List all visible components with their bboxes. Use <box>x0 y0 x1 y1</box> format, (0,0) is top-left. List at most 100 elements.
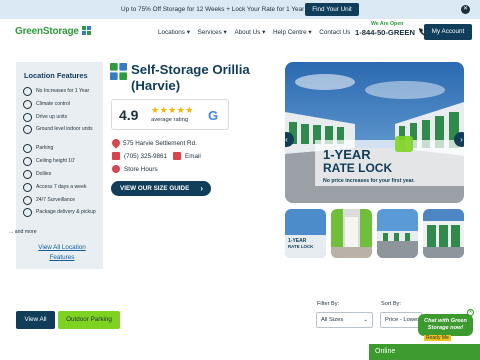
phone-icon <box>112 152 120 160</box>
location-features-panel: Location Features No Increases for 1 Yea… <box>16 62 103 269</box>
main-nav: Locations ▾ Services ▾ About Us ▾ Help C… <box>158 29 356 36</box>
sort-by-label: Sort By: <box>381 301 401 307</box>
no-increase-icon <box>23 87 32 96</box>
feature-item: Ceiling height 10' <box>23 157 75 166</box>
hero-scene: 1-YEAR RATE LOCK No price increases for … <box>285 62 464 203</box>
access-icon <box>23 183 32 192</box>
feature-item: 24/7 Surveillance <box>23 196 75 205</box>
carousel-next-icon[interactable]: › <box>454 132 464 147</box>
tab-outdoor-parking[interactable]: Outdoor Parking <box>58 311 120 329</box>
logo-text: GreenStorage <box>15 26 79 37</box>
thumbnail-units <box>423 209 464 258</box>
header-phone[interactable]: 1-844-50-GREEN <box>355 28 428 37</box>
gallery-thumbnail[interactable]: 1-YEAR RATE LOCK <box>285 209 326 258</box>
chat-online-bar[interactable]: Online <box>369 344 480 360</box>
feature-item: Ground level indoor units <box>23 125 99 134</box>
chat-invite-bubble[interactable]: Chat with Green Storage now! <box>418 314 473 336</box>
facility-phone[interactable]: (705) 325-9861 <box>112 152 167 160</box>
feature-label: Drive up units <box>36 114 68 121</box>
ground-level-icon <box>23 125 32 134</box>
hero-image: 1-YEAR RATE LOCK No price increases for … <box>285 62 464 203</box>
gallery-thumbnail[interactable] <box>377 209 418 258</box>
chat-close-icon[interactable]: ✕ <box>467 309 474 316</box>
promo-bar: Up to 75% Off Storage for 12 Weeks + Loc… <box>0 0 480 19</box>
hero-headline-2: RATE LOCK <box>323 161 392 175</box>
hero-headline-1: 1-YEAR <box>323 147 371 162</box>
gallery-thumbnail[interactable] <box>423 209 464 258</box>
feature-label: Parking <box>36 145 54 152</box>
nav-services[interactable]: Services ▾ <box>198 29 227 36</box>
my-account-button[interactable]: My Account <box>424 24 472 40</box>
rating-value: 4.9 <box>119 107 139 123</box>
hours-text: Store Hours <box>124 165 158 173</box>
filter-by-label: Filter By: <box>317 301 340 307</box>
sort-by-value: Price - Lowest <box>385 317 422 323</box>
tab-view-all[interactable]: View All <box>16 311 55 329</box>
view-all-features-link[interactable]: View All Location Features <box>32 243 92 263</box>
hero-subline: No price increases for your first year. <box>323 178 415 184</box>
feature-item: Drive up units <box>23 113 67 122</box>
size-guide-label: VIEW OUR SIZE GUIDE <box>120 185 190 192</box>
arrow-right-icon: › <box>200 184 203 193</box>
chevron-down-icon: ⌄ <box>363 317 368 323</box>
nav-about-us[interactable]: About Us ▾ <box>234 29 265 36</box>
thumbnail-rate-lock: 1-YEAR RATE LOCK <box>285 209 326 258</box>
parking-icon <box>23 144 32 153</box>
drive-up-icon <box>23 113 32 122</box>
logo[interactable]: GreenStorage <box>15 26 92 37</box>
feature-label: Ground level indoor units <box>36 126 93 133</box>
nav-contact-us[interactable]: Contact Us <box>319 29 350 36</box>
feature-label: Access 7 days a week <box>36 184 87 191</box>
address-text: 575 Harvie Settlement Rd. <box>123 139 197 147</box>
rating-label: average rating <box>151 117 189 123</box>
logo-mark-icon <box>82 26 92 35</box>
feature-item: Dollies <box>23 170 51 179</box>
open-status: We Are Open <box>371 21 404 27</box>
size-guide-button[interactable]: VIEW OUR SIZE GUIDE › <box>111 181 211 196</box>
gallery-thumbnail[interactable] <box>331 209 372 258</box>
google-icon: G <box>208 108 219 123</box>
feature-label: Ceiling height 10' <box>36 158 75 165</box>
more-features-text: ... and more <box>9 229 37 235</box>
rating-stars: ★★★★★ <box>151 105 194 115</box>
feature-label: Package delivery & pickup <box>36 209 96 216</box>
sort-by-select[interactable]: Price - Lowest <box>380 312 422 328</box>
thumb-label-2: RATE LOCK <box>288 244 314 249</box>
feature-item: No Increases for 1 Year <box>23 87 89 96</box>
feature-label: 24/7 Surveillance <box>36 197 76 204</box>
package-icon <box>23 208 32 217</box>
feature-item: Access 7 days a week <box>23 183 86 192</box>
greenstorage-mark-icon <box>110 63 127 80</box>
facility-title: Self-Storage Orillia (Harvie) <box>131 62 250 93</box>
facility-address[interactable]: 575 Harvie Settlement Rd. <box>110 137 197 149</box>
chat-online-label: Online <box>375 348 396 355</box>
email-icon <box>173 152 181 160</box>
feature-label: Climate control <box>36 101 70 108</box>
thumbnail-hallway <box>331 209 372 258</box>
header-phone-number: 1-844-50-GREEN <box>355 28 415 37</box>
surveillance-icon <box>23 196 32 205</box>
feature-label: Dollies <box>36 171 52 178</box>
find-unit-button[interactable]: Find Your Unit <box>305 3 359 16</box>
clock-icon <box>112 165 120 173</box>
promo-text: Up to 75% Off Storage for 12 Weeks + Loc… <box>121 6 314 13</box>
map-pin-icon <box>110 137 122 149</box>
facility-hours[interactable]: Store Hours <box>112 165 158 173</box>
nav-help-centre[interactable]: Help Centre ▾ <box>273 29 312 36</box>
nav-locations[interactable]: Locations ▾ <box>158 29 190 36</box>
climate-control-icon <box>23 100 32 109</box>
feature-item: Parking <box>23 144 53 153</box>
chat-tag: Ready Me <box>424 335 451 341</box>
features-title: Location Features <box>24 71 88 80</box>
close-promo-icon[interactable]: ✕ <box>461 5 470 14</box>
filter-by-value: All Sizes <box>321 317 344 323</box>
filter-by-select[interactable]: All Sizes ⌄ <box>316 312 373 328</box>
google-rating-card[interactable]: 4.9 ★★★★★ average rating G <box>111 99 229 130</box>
facility-email[interactable]: Email <box>173 152 201 160</box>
phone-text: (705) 325-9861 <box>124 152 168 160</box>
email-text: Email <box>185 152 201 160</box>
thumbnail-exterior <box>377 209 418 258</box>
dollies-icon <box>23 170 32 179</box>
feature-item: Climate control <box>23 100 70 109</box>
feature-item: Package delivery & pickup <box>23 208 99 217</box>
